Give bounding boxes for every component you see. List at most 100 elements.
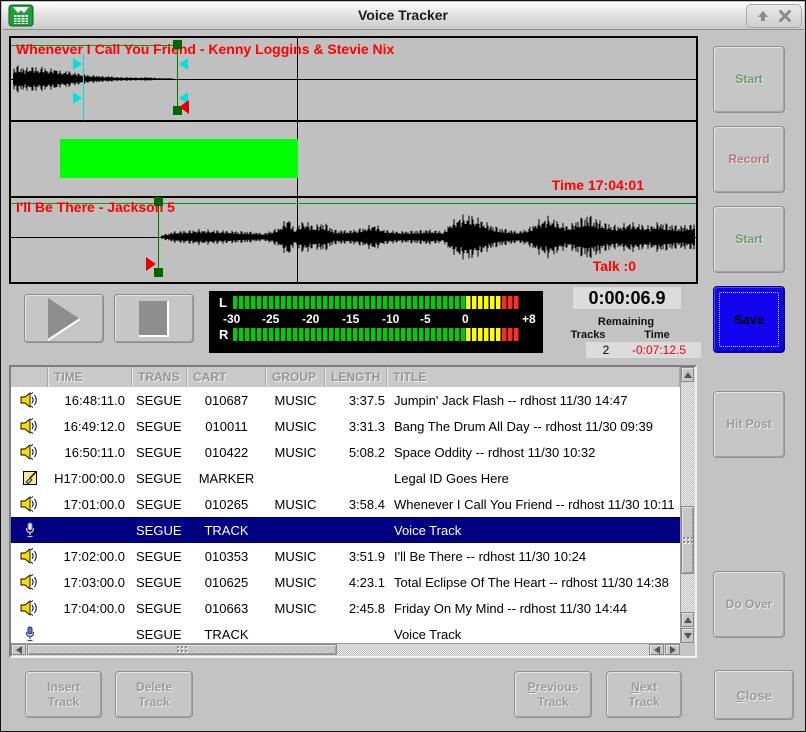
segue-marker-handle-icon[interactable] bbox=[73, 58, 82, 70]
log-row[interactable]: 17:03:00.0SEGUE010625MUSIC4:23.1Total Ec… bbox=[11, 569, 680, 595]
speaker-icon bbox=[20, 574, 39, 590]
titlebar-buttons bbox=[746, 4, 802, 28]
cell-time: 17:02:00.0 bbox=[48, 549, 132, 564]
scroll-down-button[interactable] bbox=[681, 628, 694, 643]
close-window-icon[interactable] bbox=[778, 9, 792, 23]
column-header-LENGTH[interactable]: LENGTH bbox=[325, 367, 387, 387]
scroll-up-button[interactable] bbox=[681, 367, 694, 382]
scroll-right-button[interactable] bbox=[665, 644, 680, 655]
remaining-time-value: -0:07:12.5 bbox=[617, 342, 701, 358]
cell-title: Space Oddity -- rdhost 11/30 10:32 bbox=[387, 445, 680, 460]
log-row[interactable]: 16:50:11.0SEGUE010422MUSIC5:08.2Space Od… bbox=[11, 439, 680, 465]
log-table: TIMETRANSCARTGROUPLENGTHTITLE 16:48:11.0… bbox=[9, 365, 697, 658]
cell-trans: SEGUE bbox=[132, 575, 187, 590]
log-row[interactable]: 17:01:00.0SEGUE010265MUSIC3:58.4Whenever… bbox=[11, 491, 680, 517]
record-button[interactable]: Record bbox=[713, 126, 785, 193]
hit-post-button[interactable]: Hit Post bbox=[713, 391, 785, 458]
speaker-icon bbox=[20, 418, 39, 434]
cell-cart: MARKER bbox=[187, 471, 266, 486]
log-row[interactable]: 16:48:11.0SEGUE010687MUSIC3:37.5Jumpin' … bbox=[11, 387, 680, 413]
start-bottom-button[interactable]: Start bbox=[713, 206, 785, 273]
delete-track-label: Delete bbox=[136, 680, 172, 695]
vertical-scrollbar[interactable] bbox=[680, 367, 695, 643]
cell-group: MUSIC bbox=[266, 393, 325, 408]
cell-time: 16:48:11.0 bbox=[48, 393, 132, 408]
cell-length: 2:45.8 bbox=[325, 601, 387, 616]
current-time-label: Time 17:04:01 bbox=[552, 177, 644, 193]
log-row[interactable]: 17:04:00.0SEGUE010663MUSIC2:45.8Friday O… bbox=[11, 595, 680, 621]
cell-trans: SEGUE bbox=[132, 419, 187, 434]
track-separator bbox=[11, 196, 696, 198]
log-row[interactable]: SEGUETRACKVoice Track bbox=[11, 621, 680, 643]
cell-trans: SEGUE bbox=[132, 627, 187, 642]
log-row-selected[interactable]: SEGUETRACKVoice Track bbox=[11, 517, 680, 543]
cell-group: MUSIC bbox=[266, 497, 325, 512]
cell-cart: 010422 bbox=[187, 445, 266, 460]
track-start-line[interactable] bbox=[177, 42, 178, 114]
insert-track-button[interactable]: Insert Track bbox=[25, 671, 102, 718]
meter-scale-label: -10 bbox=[382, 312, 399, 326]
cell-icon bbox=[11, 470, 48, 486]
delete-track-button[interactable]: Delete Track bbox=[115, 671, 193, 718]
cell-title: Friday On My Mind -- rdhost 11/30 14:44 bbox=[387, 601, 680, 616]
track-start-handle[interactable] bbox=[173, 40, 182, 49]
cell-cart: TRACK bbox=[187, 627, 266, 642]
track2-start-line[interactable] bbox=[158, 199, 159, 277]
speaker-icon bbox=[20, 600, 39, 616]
cell-trans: SEGUE bbox=[132, 393, 187, 408]
segue-end-handle-icon[interactable] bbox=[179, 58, 188, 70]
cell-icon bbox=[11, 574, 48, 590]
marker-note-icon bbox=[22, 470, 38, 486]
log-row[interactable]: H17:00:00.0SEGUEMARKERLegal ID Goes Here bbox=[11, 465, 680, 491]
column-header-TIME[interactable]: TIME bbox=[48, 367, 132, 387]
cell-time: 17:01:00.0 bbox=[48, 497, 132, 512]
column-header-CART[interactable]: CART bbox=[187, 367, 266, 387]
cell-cart: 010011 bbox=[187, 419, 266, 434]
fade-marker-icon[interactable] bbox=[179, 100, 189, 114]
insert-track-label: Insert bbox=[47, 680, 80, 695]
column-header-GROUP[interactable]: GROUP bbox=[266, 367, 325, 387]
column-header-icon[interactable] bbox=[11, 367, 48, 387]
track1-waveform bbox=[13, 63, 173, 95]
start-top-button[interactable]: Start bbox=[713, 46, 785, 113]
horizontal-scroll-thumb[interactable] bbox=[27, 644, 337, 655]
do-over-button[interactable]: Do Over bbox=[713, 571, 785, 638]
track2-waveform bbox=[161, 213, 695, 261]
save-button[interactable]: Save bbox=[713, 286, 785, 353]
vertical-scroll-thumb[interactable] bbox=[681, 506, 694, 574]
cell-icon bbox=[11, 444, 48, 460]
column-header-TITLE[interactable]: TITLE bbox=[387, 367, 680, 387]
segue-marker-line[interactable] bbox=[83, 54, 84, 120]
cell-icon bbox=[11, 522, 48, 539]
shade-window-icon[interactable] bbox=[756, 9, 770, 23]
log-row[interactable]: 17:02:00.0SEGUE010353MUSIC3:51.9I'll Be … bbox=[11, 543, 680, 569]
scroll-left-button-2[interactable] bbox=[649, 644, 664, 655]
audio-meter: L -30-25-20-15-10-50+8 R bbox=[209, 291, 543, 353]
track2-start-handle[interactable] bbox=[154, 197, 163, 206]
scroll-up-button-2[interactable] bbox=[681, 612, 694, 627]
cell-time: 17:04:00.0 bbox=[48, 601, 132, 616]
next-track-button[interactable]: Next Track bbox=[606, 671, 682, 718]
column-header-TRANS[interactable]: TRANS bbox=[132, 367, 187, 387]
voice-track-region[interactable] bbox=[60, 139, 298, 178]
cell-icon bbox=[11, 600, 48, 616]
stop-button[interactable] bbox=[114, 294, 194, 343]
meter-scale-label: 0 bbox=[462, 312, 469, 326]
meter-yellow-segments bbox=[466, 296, 502, 309]
log-row[interactable]: 16:49:12.0SEGUE010011MUSIC3:31.3Bang The… bbox=[11, 413, 680, 439]
cell-title: Bang The Drum All Day -- rdhost 11/30 09… bbox=[387, 419, 680, 434]
horizontal-scrollbar[interactable] bbox=[11, 643, 680, 656]
scroll-left-button[interactable] bbox=[11, 644, 26, 655]
cell-group: MUSIC bbox=[266, 445, 325, 460]
play-button[interactable] bbox=[24, 294, 104, 343]
close-button[interactable]: Close bbox=[714, 670, 794, 720]
cell-group: MUSIC bbox=[266, 575, 325, 590]
meter-scale-label: -5 bbox=[420, 312, 431, 326]
elapsed-time-display: 0:00:06.9 bbox=[573, 287, 681, 309]
track1-title: Whenever I Call You Friend - Kenny Loggi… bbox=[16, 41, 394, 57]
next-track-label: Next bbox=[631, 680, 657, 695]
cell-title: Jumpin' Jack Flash -- rdhost 11/30 14:47 bbox=[387, 393, 680, 408]
fade-marker-icon[interactable] bbox=[146, 257, 156, 271]
previous-track-button[interactable]: Previous Track bbox=[514, 671, 592, 718]
segue-marker-handle-icon[interactable] bbox=[73, 92, 82, 104]
